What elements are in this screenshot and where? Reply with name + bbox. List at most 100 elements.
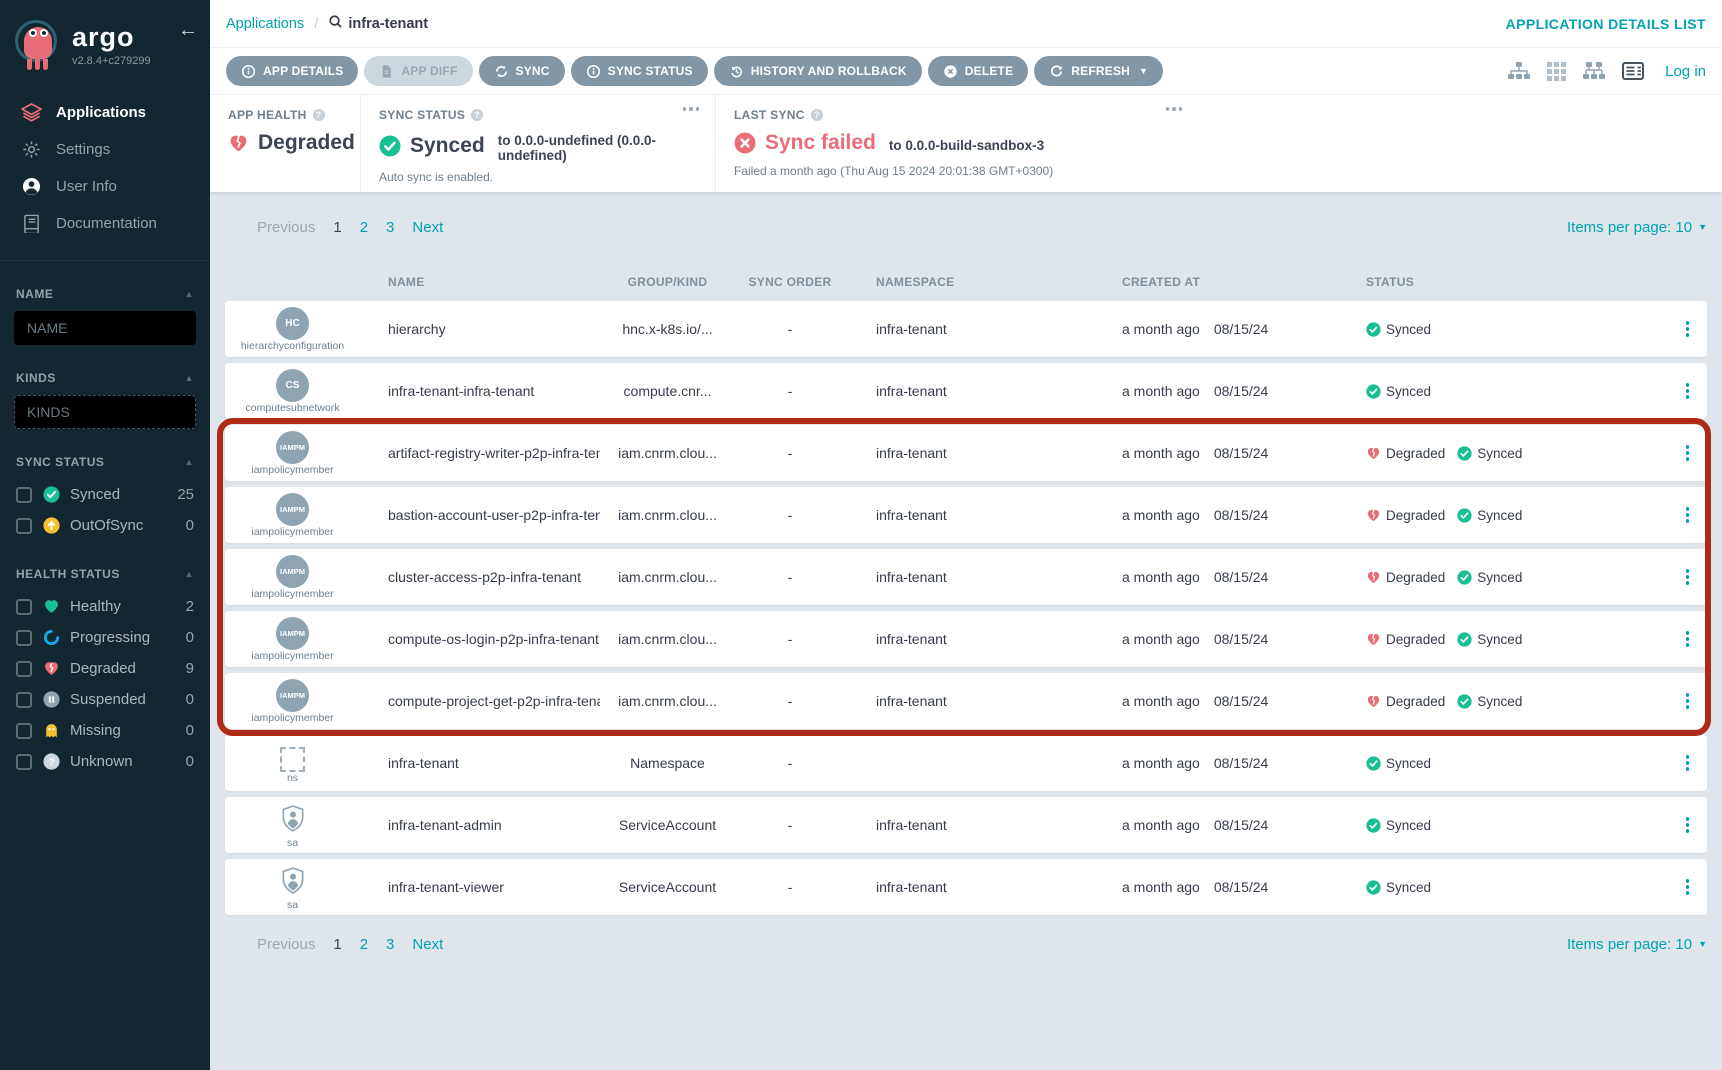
- resource-kind-label: sa: [287, 837, 298, 849]
- resource-namespace: infra-tenant: [845, 321, 1100, 337]
- page-2-link[interactable]: 2: [360, 219, 368, 236]
- filter-health-degraded[interactable]: Degraded 9: [0, 653, 210, 684]
- name-filter-input[interactable]: [14, 311, 196, 345]
- collapse-up-icon[interactable]: ▲: [185, 457, 194, 467]
- resource-kind-label: iampolicymember: [251, 650, 333, 662]
- page-1-link[interactable]: 1: [333, 936, 341, 953]
- refresh-icon: [1049, 64, 1064, 79]
- resource-row[interactable]: ns infra-tenant Namespace - a month ago0…: [225, 735, 1707, 791]
- resource-kind-avatar: IAMPM: [276, 617, 309, 650]
- filter-health-progressing[interactable]: Progressing 0: [0, 622, 210, 653]
- resource-created-at: a month ago08/15/24: [1100, 569, 1340, 585]
- svg-text:?: ?: [48, 757, 54, 768]
- row-menu-icon[interactable]: [1682, 377, 1694, 405]
- resource-sync-order: -: [735, 383, 845, 399]
- page-3-link[interactable]: 3: [386, 936, 394, 953]
- history-and-rollback-button[interactable]: HISTORY AND ROLLBACK: [714, 56, 922, 86]
- resource-row[interactable]: HChierarchyconfiguration hierarchy hnc.x…: [225, 301, 1707, 357]
- app-health-panel: APP HEALTH Degraded: [210, 95, 360, 192]
- checkbox[interactable]: [16, 518, 32, 534]
- breadcrumb-applications-link[interactable]: Applications: [226, 16, 304, 32]
- sidebar-item-label: Settings: [56, 141, 110, 158]
- table-header: NAMEGROUP/KINDSYNC ORDERNAMESPACECREATED…: [225, 260, 1707, 301]
- page-3-link[interactable]: 3: [386, 219, 394, 236]
- previous-page-link[interactable]: Previous: [257, 936, 315, 953]
- filter-health-unknown[interactable]: ? Unknown 0: [0, 746, 210, 777]
- sync-button[interactable]: SYNC: [479, 56, 565, 86]
- next-page-link[interactable]: Next: [412, 219, 443, 236]
- delete-button[interactable]: DELETE: [928, 56, 1029, 86]
- resource-namespace: infra-tenant: [845, 817, 1100, 833]
- items-per-page-select[interactable]: Items per page: 10▼: [1567, 936, 1707, 953]
- sidebar-item-user-info[interactable]: User Info: [0, 168, 210, 205]
- search-icon[interactable]: [328, 14, 343, 34]
- items-per-page-select[interactable]: Items per page: 10▼: [1567, 219, 1707, 236]
- row-menu-icon[interactable]: [1682, 315, 1694, 343]
- checkbox[interactable]: [16, 599, 32, 615]
- sync-status-button[interactable]: SYNC STATUS: [571, 56, 708, 86]
- row-menu-icon[interactable]: [1682, 501, 1694, 529]
- sidebar: argo v2.8.4+c279299 ← Applications Setti…: [0, 0, 210, 1070]
- sidebar-item-applications[interactable]: Applications: [0, 94, 210, 131]
- resource-row[interactable]: IAMPMiampolicymember compute-project-get…: [225, 673, 1707, 729]
- row-menu-icon[interactable]: [1682, 811, 1694, 839]
- checkbox[interactable]: [16, 487, 32, 503]
- filter-health-suspended[interactable]: Suspended 0: [0, 684, 210, 715]
- resource-row[interactable]: CScomputesubnetwork infra-tenant-infra-t…: [225, 363, 1707, 419]
- refresh-button[interactable]: REFRESH▼: [1034, 56, 1163, 86]
- row-menu-icon[interactable]: [1682, 563, 1694, 591]
- checkbox[interactable]: [16, 723, 32, 739]
- resource-group-kind: hnc.x-k8s.io/...: [600, 321, 735, 337]
- row-menu-icon[interactable]: [1682, 873, 1694, 901]
- outofsync-icon: [42, 517, 60, 534]
- filter-sync-outofsync[interactable]: OutOfSync 0: [0, 510, 210, 541]
- resource-kind-avatar: HC: [276, 307, 309, 340]
- grid-view-icon[interactable]: [1547, 62, 1566, 81]
- page-1-link[interactable]: 1: [333, 219, 341, 236]
- checkbox[interactable]: [16, 630, 32, 646]
- next-page-link[interactable]: Next: [412, 936, 443, 953]
- resource-row[interactable]: sa infra-tenant-viewer ServiceAccount - …: [225, 859, 1707, 915]
- previous-page-link[interactable]: Previous: [257, 219, 315, 236]
- status-synced: Synced: [1457, 508, 1522, 523]
- filter-health-healthy[interactable]: Healthy 2: [0, 591, 210, 622]
- filter-health-missing[interactable]: Missing 0: [0, 715, 210, 746]
- row-menu-icon[interactable]: [1682, 749, 1694, 777]
- row-menu-icon[interactable]: [1682, 687, 1694, 715]
- sync-status-value: Synced: [410, 134, 485, 158]
- sidebar-item-settings[interactable]: Settings: [0, 131, 210, 168]
- column-header: NAMESPACE: [845, 275, 1100, 289]
- app-diff-button[interactable]: APP DIFF: [364, 56, 472, 86]
- resource-name: infra-tenant-infra-tenant: [360, 383, 600, 399]
- collapse-up-icon[interactable]: ▲: [185, 569, 194, 579]
- sync-status-menu-icon[interactable]: [683, 107, 700, 111]
- resource-row[interactable]: IAMPMiampolicymember compute-os-login-p2…: [225, 611, 1707, 667]
- resource-row[interactable]: IAMPMiampolicymember artifact-registry-w…: [225, 425, 1707, 481]
- checkbox[interactable]: [16, 692, 32, 708]
- tree-view-icon[interactable]: [1508, 62, 1530, 81]
- resource-group-kind: iam.cnrm.clou...: [600, 445, 735, 461]
- list-view-icon-active[interactable]: [1622, 62, 1644, 80]
- network-view-icon[interactable]: [1583, 62, 1605, 81]
- resource-name: compute-os-login-p2p-infra-tenant: [360, 631, 600, 647]
- filter-sync-synced[interactable]: Synced 25: [0, 479, 210, 510]
- login-link[interactable]: Log in: [1665, 63, 1706, 80]
- resource-row[interactable]: IAMPMiampolicymember cluster-access-p2p-…: [225, 549, 1707, 605]
- app-details-button[interactable]: APP DETAILS: [226, 56, 358, 86]
- kinds-filter-input[interactable]: [14, 395, 196, 429]
- sidebar-item-documentation[interactable]: Documentation: [0, 205, 210, 242]
- resource-row[interactable]: sa infra-tenant-admin ServiceAccount - i…: [225, 797, 1707, 853]
- checkbox[interactable]: [16, 661, 32, 677]
- filter-count: 0: [186, 753, 194, 770]
- resource-row[interactable]: IAMPMiampolicymember bastion-account-use…: [225, 487, 1707, 543]
- row-menu-icon[interactable]: [1682, 439, 1694, 467]
- checkbox[interactable]: [16, 754, 32, 770]
- sidebar-collapse-icon[interactable]: ←: [178, 20, 198, 40]
- filter-count: 0: [186, 629, 194, 646]
- collapse-up-icon[interactable]: ▲: [185, 289, 194, 299]
- page-2-link[interactable]: 2: [360, 936, 368, 953]
- collapse-up-icon[interactable]: ▲: [185, 373, 194, 383]
- last-sync-menu-icon[interactable]: [1166, 107, 1183, 111]
- resource-status: DegradedSynced: [1340, 446, 1654, 461]
- row-menu-icon[interactable]: [1682, 625, 1694, 653]
